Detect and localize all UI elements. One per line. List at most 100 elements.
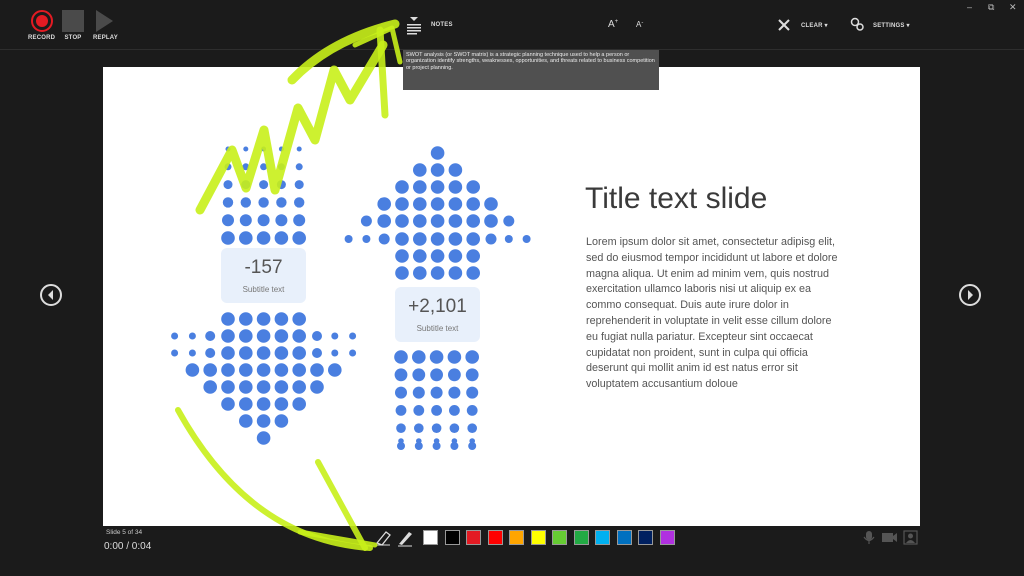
increase-font-button[interactable]: A+ — [608, 19, 618, 30]
decorative-dot — [278, 146, 284, 152]
ink-color-swatch[interactable] — [466, 530, 481, 545]
notes-label: NOTES — [431, 22, 453, 28]
decorative-dot — [448, 249, 463, 263]
stop-label: STOP — [64, 35, 82, 41]
person-preview-icon — [903, 530, 918, 545]
decorative-dot — [331, 332, 339, 340]
decorative-dot — [430, 214, 445, 228]
decorative-dot — [185, 363, 200, 377]
decorative-dot — [466, 386, 479, 399]
decorative-dot — [469, 438, 476, 444]
decorative-dot — [448, 197, 463, 211]
decorative-dot — [223, 180, 233, 190]
decorative-dot — [256, 414, 271, 428]
decorative-dot — [275, 214, 288, 227]
decorative-dot — [448, 180, 463, 194]
decorative-dot — [413, 197, 427, 211]
decorative-dot — [224, 163, 232, 171]
ink-color-swatch[interactable] — [595, 530, 610, 545]
ink-color-swatch[interactable] — [530, 530, 546, 545]
settings-label[interactable]: SETTINGS ▾ — [873, 22, 910, 29]
replay-button[interactable]: REPLAY — [93, 10, 118, 41]
decorative-dot — [448, 368, 461, 382]
decrease-font-button[interactable]: A- — [636, 20, 643, 29]
clear-label[interactable]: CLEAR ▾ — [801, 22, 828, 29]
next-slide-button[interactable] — [959, 284, 981, 306]
decorative-dot — [203, 363, 217, 377]
decorative-dot — [448, 232, 463, 246]
stop-button[interactable]: STOP — [62, 10, 84, 41]
pen-tool-button[interactable] — [396, 529, 414, 552]
ink-color-swatch[interactable] — [573, 530, 589, 545]
decorative-dot — [310, 363, 324, 377]
decorative-dot — [430, 266, 445, 280]
decorative-dot — [260, 163, 268, 171]
record-button[interactable]: RECORD — [28, 10, 55, 41]
decorative-dot — [465, 350, 480, 364]
decorative-dot — [256, 231, 271, 245]
decorative-dot — [465, 368, 479, 382]
decorative-dot — [292, 397, 306, 411]
decorative-dot — [274, 346, 289, 360]
decorative-dot — [485, 233, 497, 245]
decorative-dot — [171, 332, 179, 340]
decorative-dot — [294, 197, 305, 208]
decorative-dot — [449, 405, 460, 416]
decorative-dot — [430, 146, 445, 160]
decorative-dot — [239, 214, 252, 227]
eraser-icon — [375, 531, 391, 546]
ink-color-swatch[interactable] — [552, 530, 567, 545]
ink-color-swatch[interactable] — [659, 530, 675, 545]
decorative-dot — [257, 214, 270, 227]
decorative-dot — [448, 386, 461, 399]
decorative-dot — [239, 363, 253, 377]
decorative-dot — [395, 214, 409, 228]
decorative-dot — [294, 180, 304, 190]
eraser-tool-button[interactable] — [374, 529, 392, 552]
camera-toggle-button[interactable] — [881, 530, 898, 550]
ink-color-swatch[interactable] — [616, 530, 632, 545]
stat-left-subtitle: Subtitle text — [242, 285, 285, 294]
decorative-dot — [395, 180, 409, 194]
settings-gear-icon — [850, 17, 864, 31]
window-minimize-button[interactable]: – — [967, 2, 972, 12]
window-restore-button[interactable]: ⧉ — [988, 2, 994, 13]
microphone-toggle-button[interactable] — [862, 530, 876, 550]
decorative-dot — [205, 331, 216, 341]
ink-color-swatch[interactable] — [423, 530, 438, 545]
decorative-dot — [239, 312, 253, 326]
notes-button[interactable] — [405, 16, 423, 41]
window-close-button[interactable]: ✕ — [1009, 2, 1017, 13]
play-icon — [96, 10, 113, 32]
stat-right-subtitle: Subtitle text — [416, 324, 459, 333]
decorative-dot — [241, 180, 251, 190]
ink-color-swatch[interactable] — [509, 530, 524, 545]
font-increase-icon: A — [608, 19, 615, 30]
decorative-dot — [292, 346, 306, 360]
decorative-dot — [256, 363, 271, 377]
stat-left-card: -157 Subtitle text — [221, 248, 306, 303]
decorative-dot — [239, 414, 253, 428]
ink-color-swatch[interactable] — [444, 530, 460, 545]
decorative-dot — [448, 214, 463, 228]
ink-stroke — [297, 529, 378, 548]
camera-preview-toggle-button[interactable] — [903, 530, 918, 550]
decorative-dot — [395, 249, 409, 263]
clear-button[interactable] — [778, 18, 790, 36]
decorative-dot — [203, 380, 217, 394]
decorative-dot — [240, 197, 251, 208]
decorative-dot — [221, 231, 235, 245]
stop-icon — [62, 10, 84, 32]
camera-icon — [882, 533, 897, 542]
settings-button[interactable] — [850, 17, 864, 36]
decorative-dot — [221, 346, 235, 360]
decorative-dot — [433, 438, 440, 444]
decorative-dot — [362, 235, 371, 243]
decorative-dot — [377, 197, 392, 211]
previous-slide-button[interactable] — [40, 284, 62, 306]
ink-color-swatch[interactable] — [487, 530, 503, 545]
decorative-dot — [413, 266, 427, 280]
decorative-dot — [256, 431, 271, 445]
decorative-dot — [205, 348, 216, 358]
ink-color-swatch[interactable] — [638, 530, 653, 545]
